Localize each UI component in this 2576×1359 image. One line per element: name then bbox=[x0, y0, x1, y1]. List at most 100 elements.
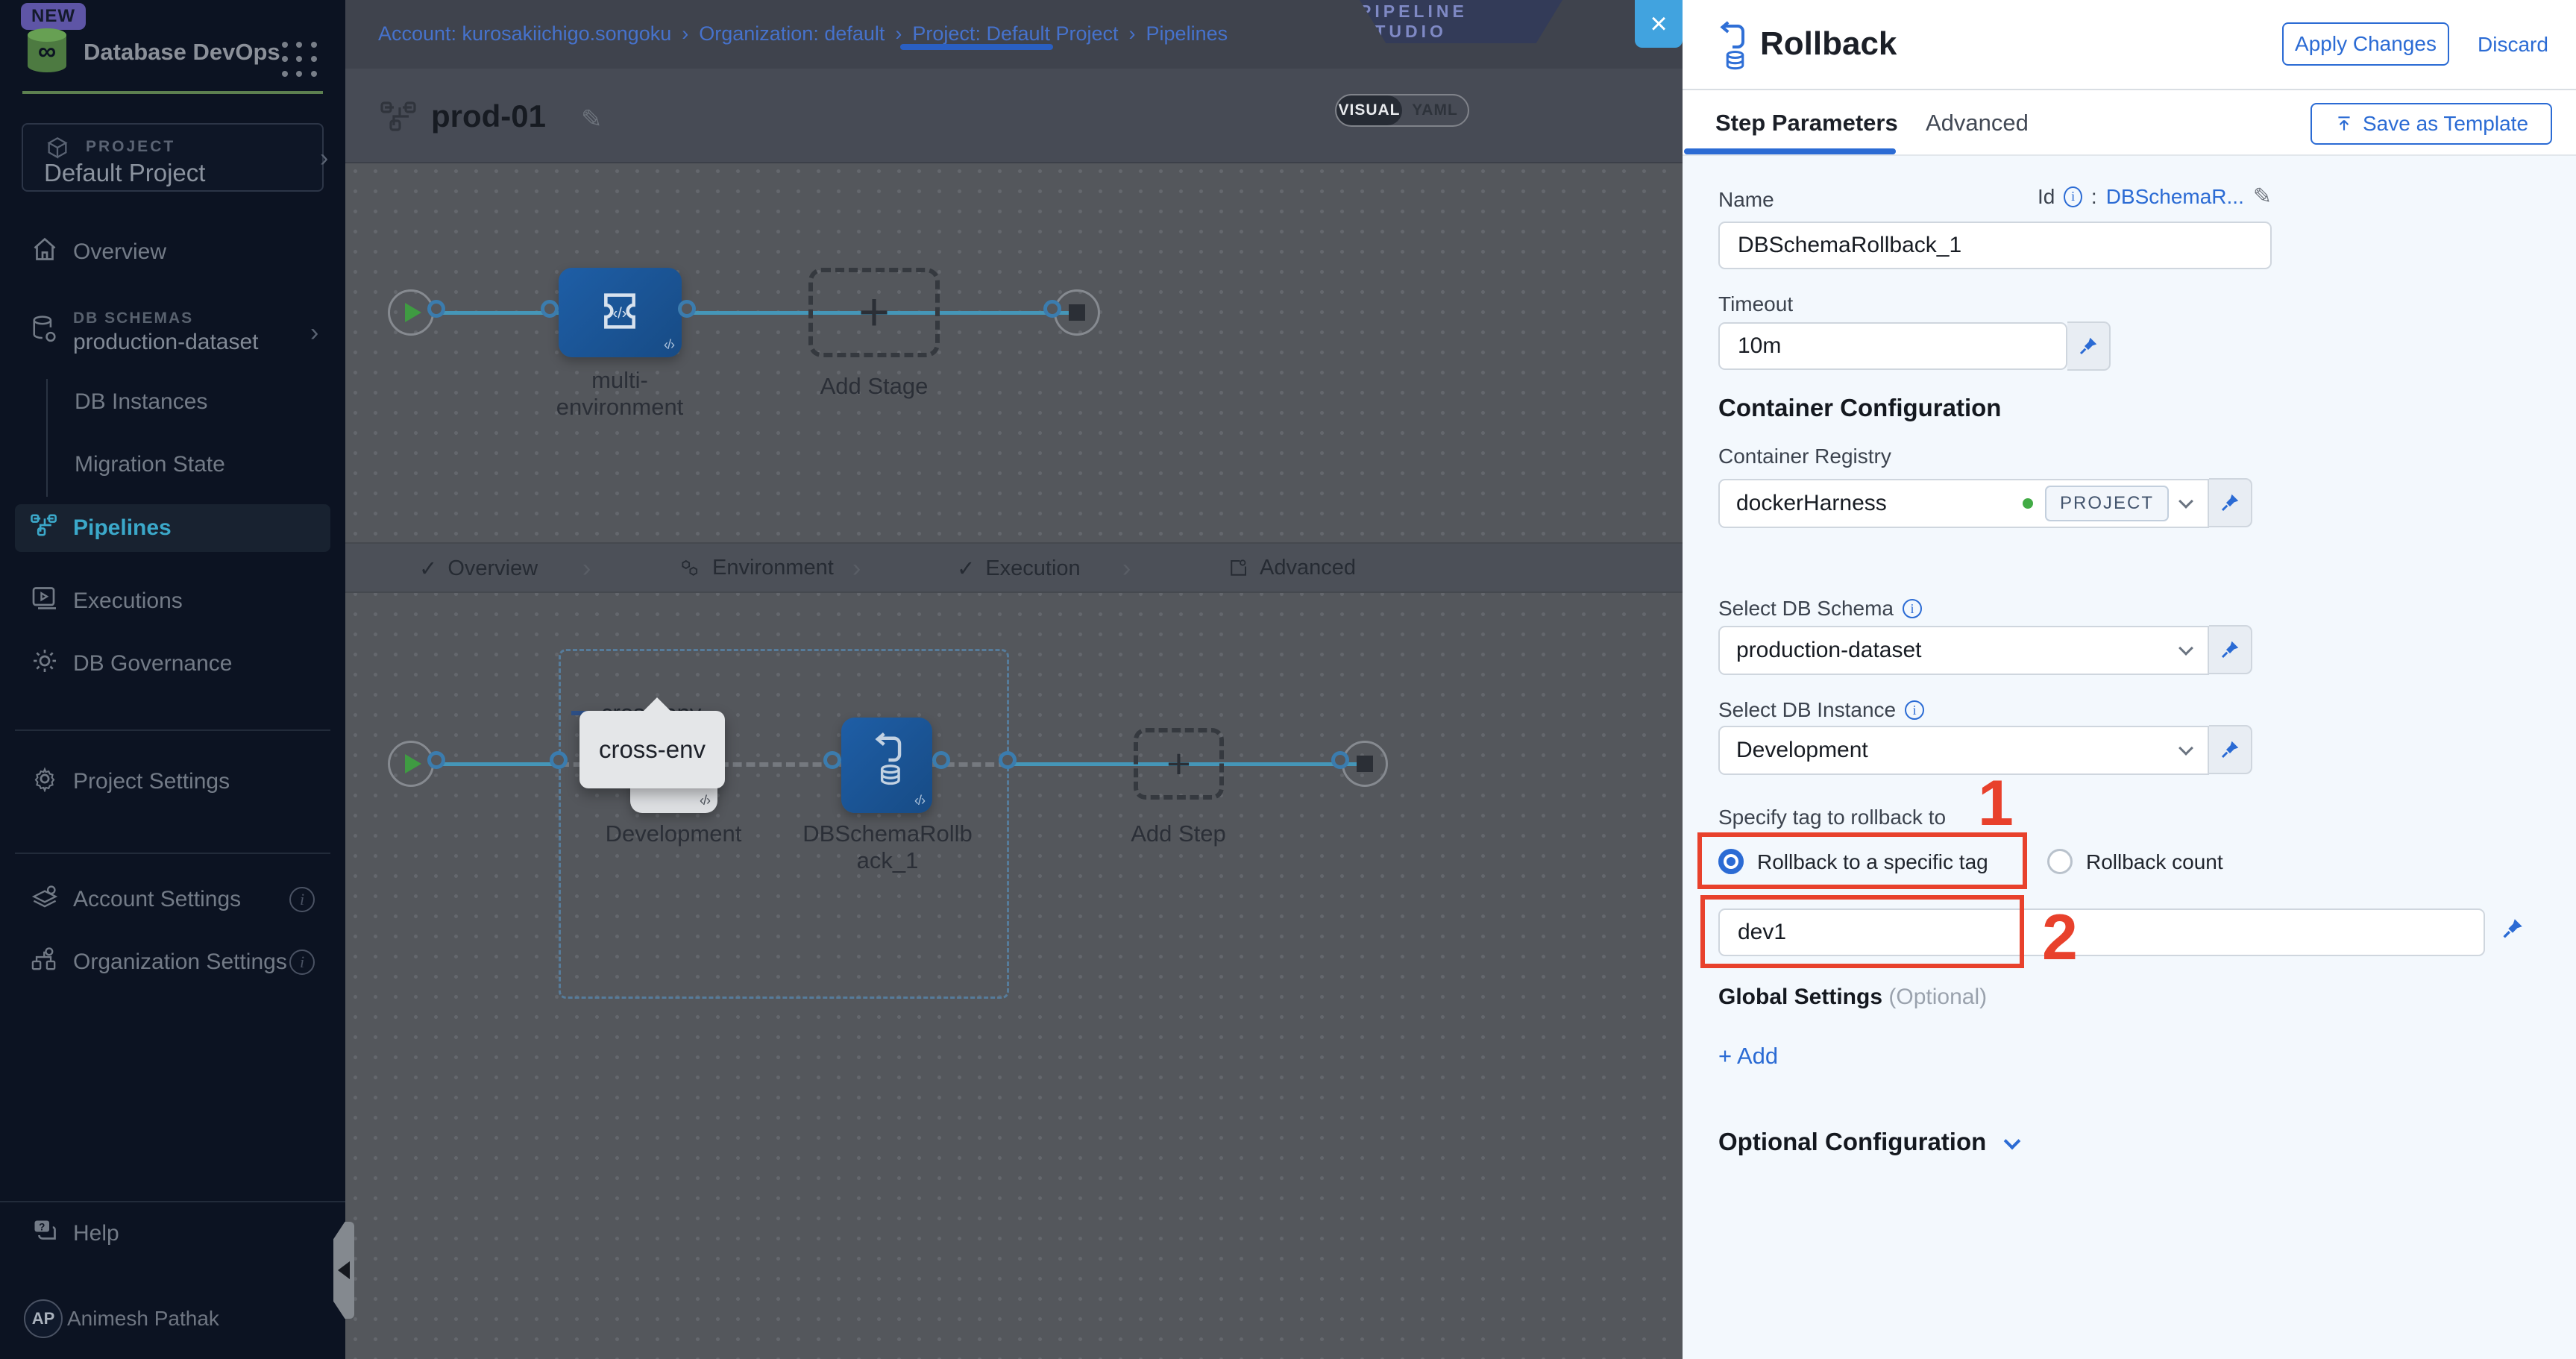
sidebar-divider bbox=[15, 853, 330, 854]
tab-advanced[interactable]: Advanced bbox=[1227, 556, 1356, 580]
play-icon bbox=[405, 303, 421, 322]
panel-header: Rollback Apply Changes Discard bbox=[1683, 0, 2576, 90]
db-schema-icon bbox=[30, 314, 60, 351]
global-settings-header: Global Settings (Optional) bbox=[1718, 985, 1987, 1010]
info-icon[interactable]: i bbox=[2064, 186, 2082, 207]
sidebar-item-migration-state[interactable]: Migration State bbox=[75, 452, 225, 477]
sidebar-item-db-schemas[interactable]: DB SCHEMAS production-dataset › bbox=[0, 297, 345, 368]
add-stage-node[interactable]: + bbox=[808, 268, 940, 357]
timeout-input[interactable] bbox=[1718, 322, 2067, 370]
pin-icon bbox=[2219, 738, 2241, 761]
pin-icon bbox=[2077, 335, 2099, 357]
info-icon[interactable]: i bbox=[289, 950, 315, 975]
custom-stage-icon: ‹/› bbox=[596, 287, 644, 335]
avatar: AP bbox=[24, 1299, 54, 1338]
environment-icon bbox=[679, 557, 702, 580]
toggle-visual[interactable]: VISUAL bbox=[1336, 95, 1402, 125]
connector-port bbox=[678, 300, 696, 318]
connector-port bbox=[932, 751, 950, 769]
toggle-yaml[interactable]: YAML bbox=[1402, 95, 1468, 125]
sidebar-item-project-settings[interactable]: Project Settings bbox=[0, 758, 345, 806]
db-schemas-value: production-dataset bbox=[73, 328, 259, 357]
cube-icon bbox=[43, 135, 72, 160]
info-icon[interactable]: i bbox=[1903, 599, 1922, 618]
radio-rollback-count-label: Rollback count bbox=[2086, 850, 2223, 874]
schema-pin-button[interactable] bbox=[2209, 625, 2252, 674]
visual-yaml-toggle: VISUAL YAML bbox=[1335, 94, 1469, 127]
user-name: Animesh Pathak bbox=[67, 1307, 219, 1331]
sidebar-item-account-settings[interactable]: Account Settings i bbox=[0, 876, 345, 923]
avatar-initials: AP bbox=[32, 1309, 55, 1328]
optional-configuration-toggle[interactable]: Optional Configuration bbox=[1718, 1128, 2018, 1156]
connector-port bbox=[550, 751, 568, 769]
sidebar-collapse-handle[interactable] bbox=[333, 1222, 354, 1319]
registry-select[interactable]: dockerHarness PROJECT bbox=[1718, 479, 2209, 528]
stage-start-node[interactable] bbox=[388, 741, 434, 787]
stage-node-multi-environment[interactable]: ‹/› ‹/› bbox=[559, 268, 682, 357]
pipeline-start-node[interactable] bbox=[388, 289, 434, 336]
add-stage-label: Add Stage bbox=[820, 373, 929, 400]
tab-environment[interactable]: Environment bbox=[679, 556, 834, 580]
add-global-setting-link[interactable]: + Add bbox=[1718, 1043, 1778, 1070]
instance-pin-button[interactable] bbox=[2209, 725, 2252, 774]
apply-changes-button[interactable]: Apply Changes bbox=[2282, 22, 2449, 66]
edit-id-icon[interactable]: ✎ bbox=[2253, 183, 2272, 210]
account-settings-icon bbox=[30, 883, 60, 916]
code-glyph: ‹/› bbox=[914, 793, 925, 809]
step-node-dbschemarollback[interactable]: ‹/› bbox=[841, 718, 932, 813]
schema-select[interactable]: production-dataset bbox=[1718, 626, 2209, 675]
sidebar-item-help[interactable]: ? Help bbox=[0, 1210, 345, 1258]
name-input[interactable] bbox=[1718, 222, 2272, 269]
sidebar-item-pipelines[interactable]: Pipelines bbox=[15, 504, 330, 552]
add-step-node[interactable]: + bbox=[1134, 728, 1224, 800]
schema-label: Select DB Schemai bbox=[1718, 597, 1922, 621]
chevron-down-icon bbox=[2178, 494, 2193, 509]
connector-port bbox=[427, 751, 445, 769]
annotation-box-2 bbox=[1700, 895, 2024, 968]
tab-execution[interactable]: ✓ Execution bbox=[957, 556, 1081, 582]
discard-button[interactable]: Discard bbox=[2478, 33, 2548, 57]
instance-select[interactable]: Development bbox=[1718, 726, 2209, 775]
project-kicker: PROJECT bbox=[86, 138, 175, 156]
user-menu[interactable]: AP Animesh Pathak bbox=[0, 1295, 345, 1343]
info-icon[interactable]: i bbox=[289, 887, 315, 912]
close-panel-button[interactable]: × bbox=[1635, 0, 1683, 48]
sidebar-item-organization-settings[interactable]: Organization Settings i bbox=[0, 938, 345, 986]
svg-text:‹/›: ‹/› bbox=[613, 305, 627, 321]
help-chat-icon: ? bbox=[30, 1217, 60, 1250]
sidebar-item-db-governance[interactable]: DB Governance bbox=[0, 640, 345, 688]
connector-port bbox=[1331, 751, 1349, 769]
tab-overview[interactable]: ✓ Overview bbox=[419, 556, 538, 582]
info-icon[interactable]: i bbox=[1905, 700, 1924, 720]
breadcrumb-project[interactable]: Project: Default Project bbox=[912, 22, 1118, 45]
project-selector[interactable]: PROJECT Default Project › bbox=[22, 123, 324, 192]
executions-icon bbox=[30, 586, 60, 617]
edit-pipeline-name-icon[interactable]: ✎ bbox=[581, 104, 603, 134]
sidebar-item-db-instances[interactable]: DB Instances bbox=[75, 389, 207, 415]
sidebar-item-label: Executions bbox=[73, 589, 183, 614]
pipeline-studio-tag: PIPELINE STUDIO bbox=[1360, 0, 1562, 43]
tab-advanced[interactable]: Advanced bbox=[1926, 110, 2029, 136]
sidebar-item-overview[interactable]: Overview bbox=[0, 228, 345, 276]
tag-pin-button[interactable] bbox=[2500, 916, 2525, 945]
code-glyph: ‹/› bbox=[700, 793, 710, 809]
registry-pin-button[interactable] bbox=[2209, 478, 2252, 527]
save-as-template-button[interactable]: Save as Template bbox=[2310, 103, 2552, 145]
radio-rollback-count[interactable] bbox=[2047, 849, 2073, 874]
connector-port bbox=[999, 751, 1017, 769]
tab-step-parameters[interactable]: Step Parameters bbox=[1715, 110, 1898, 136]
advanced-icon bbox=[1227, 557, 1249, 580]
button-label: Save as Template bbox=[2363, 112, 2528, 136]
breadcrumb-bar: Account: kurosakiichigo.songoku›Organiza… bbox=[345, 0, 1683, 69]
pipelines-icon bbox=[30, 513, 60, 543]
stage-end-node bbox=[1342, 741, 1388, 787]
timeout-pin-button[interactable] bbox=[2067, 321, 2111, 371]
sidebar-item-label: Project Settings bbox=[73, 769, 230, 794]
plus-icon: + bbox=[858, 286, 890, 339]
app-switcher-icon[interactable] bbox=[282, 42, 321, 81]
sidebar-item-executions[interactable]: Executions bbox=[0, 577, 345, 625]
breadcrumb-account[interactable]: Account: kurosakiichigo.songoku bbox=[378, 22, 671, 45]
connector-port bbox=[541, 300, 559, 318]
breadcrumb-org[interactable]: Organization: default bbox=[699, 22, 885, 45]
breadcrumb-pipelines[interactable]: Pipelines bbox=[1146, 22, 1228, 45]
